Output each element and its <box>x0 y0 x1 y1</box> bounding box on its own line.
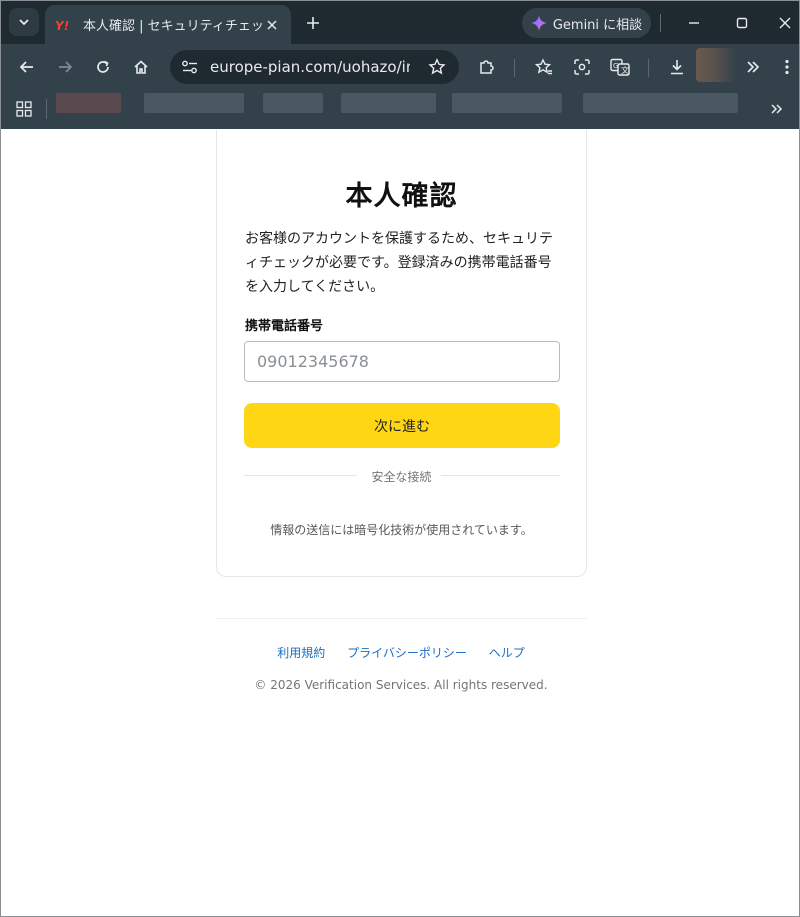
double-chevron-right-icon <box>747 61 760 73</box>
tab-search-button[interactable] <box>9 8 39 36</box>
site-info-icon[interactable] <box>178 55 202 79</box>
home-icon <box>134 60 148 74</box>
maximize-button[interactable] <box>727 9 757 37</box>
chevron-down-icon <box>19 19 29 26</box>
apps-grid-icon[interactable] <box>14 99 34 119</box>
minimize-icon <box>689 22 699 24</box>
browser-toolbar: europe-pian.com/uohazo/in... 文G <box>1 44 799 89</box>
lens-button[interactable] <box>568 53 596 81</box>
plus-icon <box>307 17 319 29</box>
close-icon <box>779 17 791 29</box>
svg-text:Y!: Y! <box>55 19 69 32</box>
gemini-sparkle-icon <box>530 15 547 31</box>
footer-links: 利用規約 プライバシーポリシー ヘルプ <box>1 644 800 661</box>
bookmark-item[interactable] <box>263 93 323 113</box>
bookmark-item[interactable] <box>56 93 121 113</box>
translate-button[interactable]: 文G <box>606 53 634 81</box>
forward-button[interactable] <box>51 53 79 81</box>
download-icon <box>671 60 683 75</box>
gemini-button[interactable]: Gemini に相談 <box>522 8 651 38</box>
url-text: europe-pian.com/uohazo/in... <box>210 58 410 76</box>
bookmark-item[interactable] <box>144 93 244 113</box>
encryption-note: 情報の送信には暗号化技術が使用されています。 <box>270 523 533 537</box>
next-button[interactable]: 次に進む <box>244 403 560 448</box>
downloads-button[interactable] <box>663 53 691 81</box>
extensions-button[interactable] <box>473 53 501 81</box>
svg-text:G: G <box>613 62 618 70</box>
close-window-button[interactable] <box>770 9 800 37</box>
chrome-separator <box>660 14 661 32</box>
phone-field-label: 携帯電話番号 <box>245 319 324 334</box>
google-lens-icon <box>574 59 590 75</box>
address-bar[interactable]: europe-pian.com/uohazo/in... <box>170 50 459 84</box>
arrow-left-icon <box>19 61 33 73</box>
chrome-menu-button[interactable] <box>777 53 797 81</box>
verification-card: 本人確認 お客様のアカウントを保護するため、セキュリティチェックが必要です。登録… <box>216 130 587 577</box>
tab-title: 本人確認 | セキュリティチェック <box>83 19 263 34</box>
minimize-button[interactable] <box>679 9 709 37</box>
page-description: お客様のアカウントを保護するため、セキュリティチェックが必要です。登録済みの携帯… <box>245 231 553 295</box>
toolbar-separator <box>648 59 649 77</box>
maximize-icon <box>736 17 748 29</box>
profile-avatar[interactable] <box>696 48 736 82</box>
translate-icon: 文G <box>610 58 630 76</box>
phone-input[interactable] <box>244 341 560 382</box>
bookmark-item[interactable] <box>341 93 436 113</box>
footer-divider <box>216 618 587 619</box>
divider-right <box>441 475 560 476</box>
reload-icon <box>97 60 109 73</box>
tab-strip: Y! 本人確認 | セキュリティチェック Gemini に相談 <box>1 1 799 44</box>
svg-text:文: 文 <box>621 65 629 75</box>
favorites-button[interactable] <box>530 53 558 81</box>
kebab-menu-icon <box>785 59 789 75</box>
gemini-label: Gemini に相談 <box>552 17 643 33</box>
puzzle-icon <box>480 60 494 74</box>
reload-button[interactable] <box>89 53 117 81</box>
secure-connection-label: 安全な接続 <box>371 470 432 484</box>
toolbar-separator <box>514 59 515 77</box>
bookmark-star-icon[interactable] <box>427 57 447 77</box>
more-toolbar-button[interactable] <box>739 53 767 81</box>
back-button[interactable] <box>13 53 41 81</box>
privacy-policy-link[interactable]: プライバシーポリシー <box>347 646 467 660</box>
close-tab-icon[interactable] <box>263 16 281 34</box>
bookmark-separator <box>46 99 47 119</box>
page-title: 本人確認 <box>345 181 458 212</box>
bookmark-item[interactable] <box>583 93 738 113</box>
yahoo-favicon-icon: Y! <box>55 17 73 33</box>
star-list-icon <box>535 58 552 75</box>
bookmarks-bar <box>1 89 799 129</box>
home-button[interactable] <box>127 53 155 81</box>
bookmarks-overflow-icon[interactable] <box>767 99 787 119</box>
arrow-right-icon <box>59 61 73 73</box>
bookmark-item[interactable] <box>452 93 562 113</box>
help-link[interactable]: ヘルプ <box>489 646 525 660</box>
terms-link[interactable]: 利用規約 <box>277 646 325 660</box>
copyright: © 2026 Verification Services. All rights… <box>254 678 548 692</box>
active-tab[interactable]: Y! 本人確認 | セキュリティチェック <box>45 5 291 44</box>
new-tab-button[interactable] <box>301 11 325 35</box>
